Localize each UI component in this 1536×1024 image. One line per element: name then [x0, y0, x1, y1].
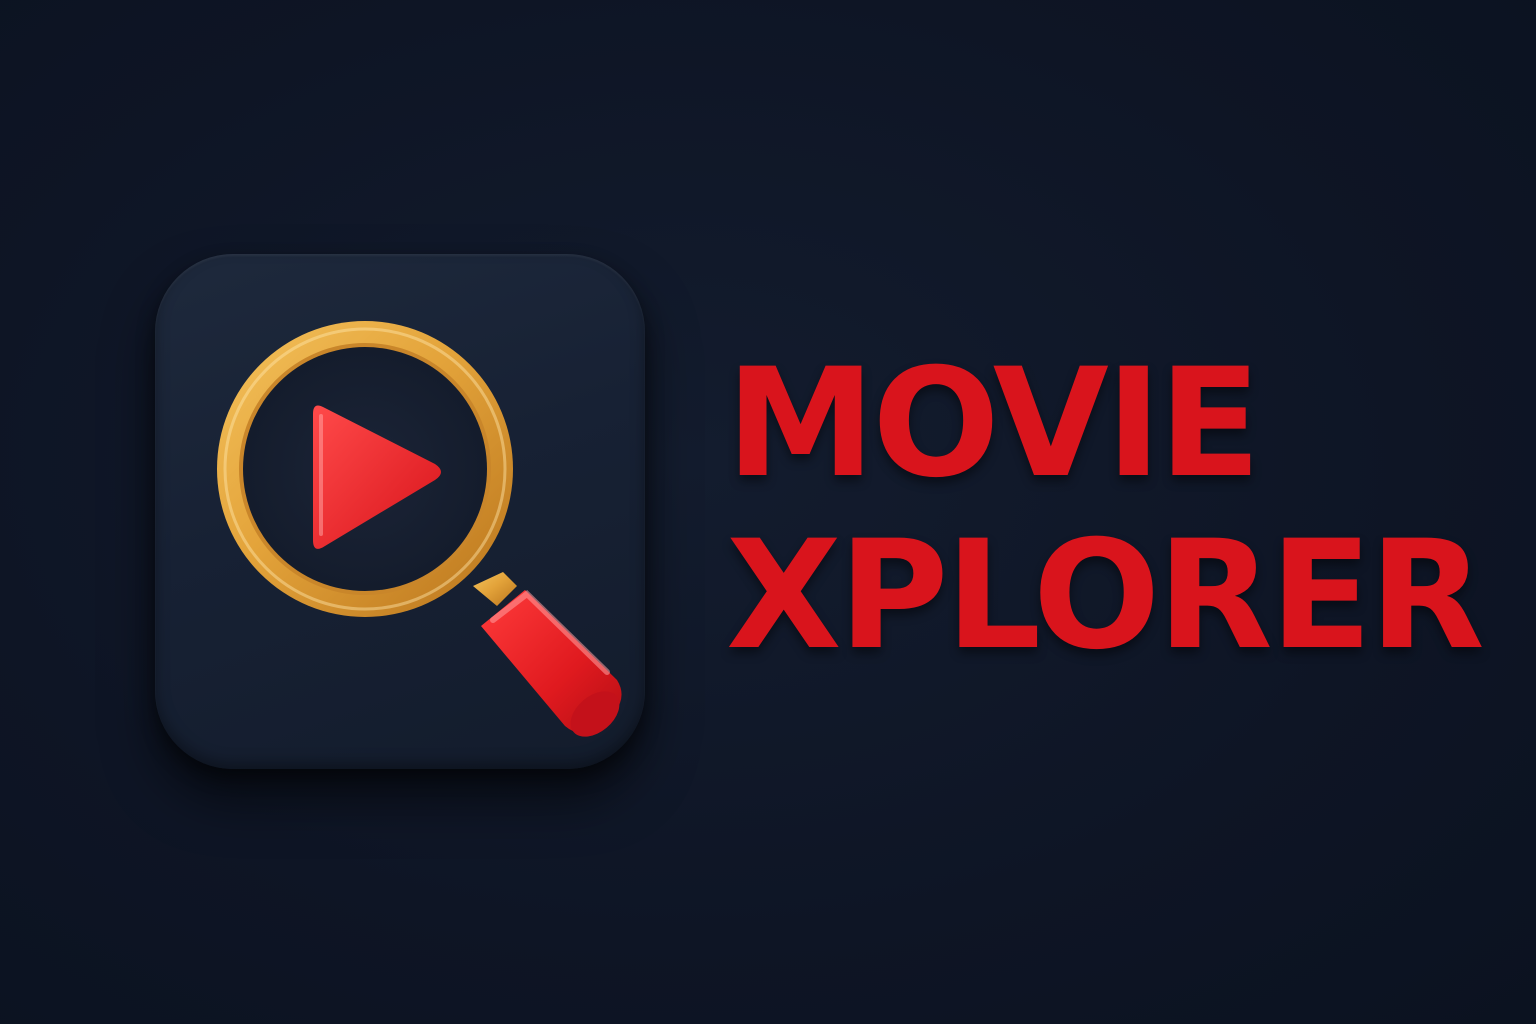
- logo-stage: MOVIE XPLORER: [0, 0, 1536, 1024]
- magnifier-play-icon: [217, 321, 622, 737]
- brand-title-line2: XPLORER: [726, 509, 1485, 683]
- brand-wordmark: MOVIE XPLORER: [726, 337, 1485, 683]
- brand-title-line1: MOVIE: [726, 337, 1261, 511]
- app-icon-tile: [155, 254, 645, 769]
- magnifier-handle: [473, 572, 622, 737]
